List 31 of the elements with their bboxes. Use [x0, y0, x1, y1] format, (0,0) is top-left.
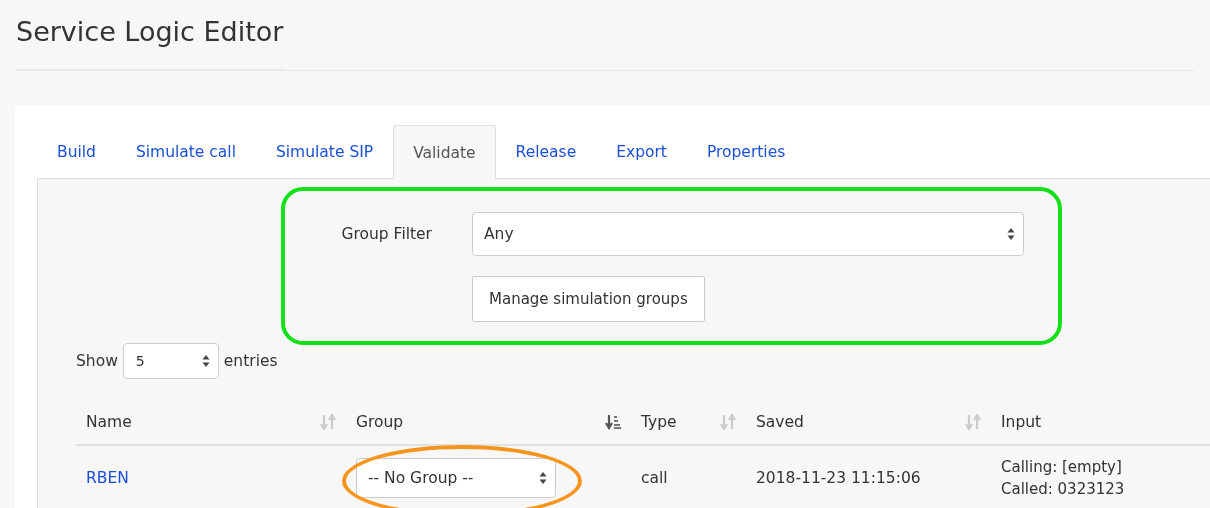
tab[interactable]: Build: [37, 125, 116, 178]
group-filter-select[interactable]: Any: [472, 212, 1024, 256]
spinner-icon: [539, 471, 547, 485]
tab[interactable]: Simulate call: [115, 125, 256, 178]
entries-label: entries: [223, 352, 278, 370]
tab[interactable]: Export: [596, 125, 687, 178]
spinner-icon: [201, 354, 210, 368]
sort-descending-icon[interactable]: [605, 414, 621, 430]
column-header[interactable]: Type: [631, 400, 746, 445]
column-header[interactable]: Group: [346, 400, 631, 445]
tab[interactable]: Simulate SIP: [255, 125, 394, 178]
tab[interactable]: Release: [495, 125, 597, 178]
column-header[interactable]: Saved: [746, 400, 991, 445]
manage-groups-button[interactable]: Manage simulation groups: [472, 276, 705, 322]
table-cell: Calling: [empty] Called: 0323123: [991, 445, 1210, 508]
table-cell: 2018-11-23 11:15:06: [746, 445, 991, 508]
show-label: Show: [76, 352, 118, 370]
page-title: Service Logic Editor: [16, 16, 284, 70]
sort-icon[interactable]: [720, 414, 736, 430]
spinner-icon: [1007, 227, 1015, 241]
column-header[interactable]: Input: [991, 400, 1210, 445]
column-header[interactable]: Name: [76, 400, 346, 445]
sort-icon[interactable]: [320, 414, 336, 430]
name-link[interactable]: RBEN: [86, 469, 129, 487]
field-label: Group Filter: [340, 225, 433, 243]
group-select[interactable]: -- No Group --: [356, 458, 556, 498]
table-cell: call: [631, 445, 746, 508]
tab[interactable]: Validate: [393, 125, 496, 179]
tab[interactable]: Properties: [686, 125, 806, 178]
entries-select[interactable]: 5: [122, 343, 219, 379]
sort-icon[interactable]: [965, 414, 981, 430]
